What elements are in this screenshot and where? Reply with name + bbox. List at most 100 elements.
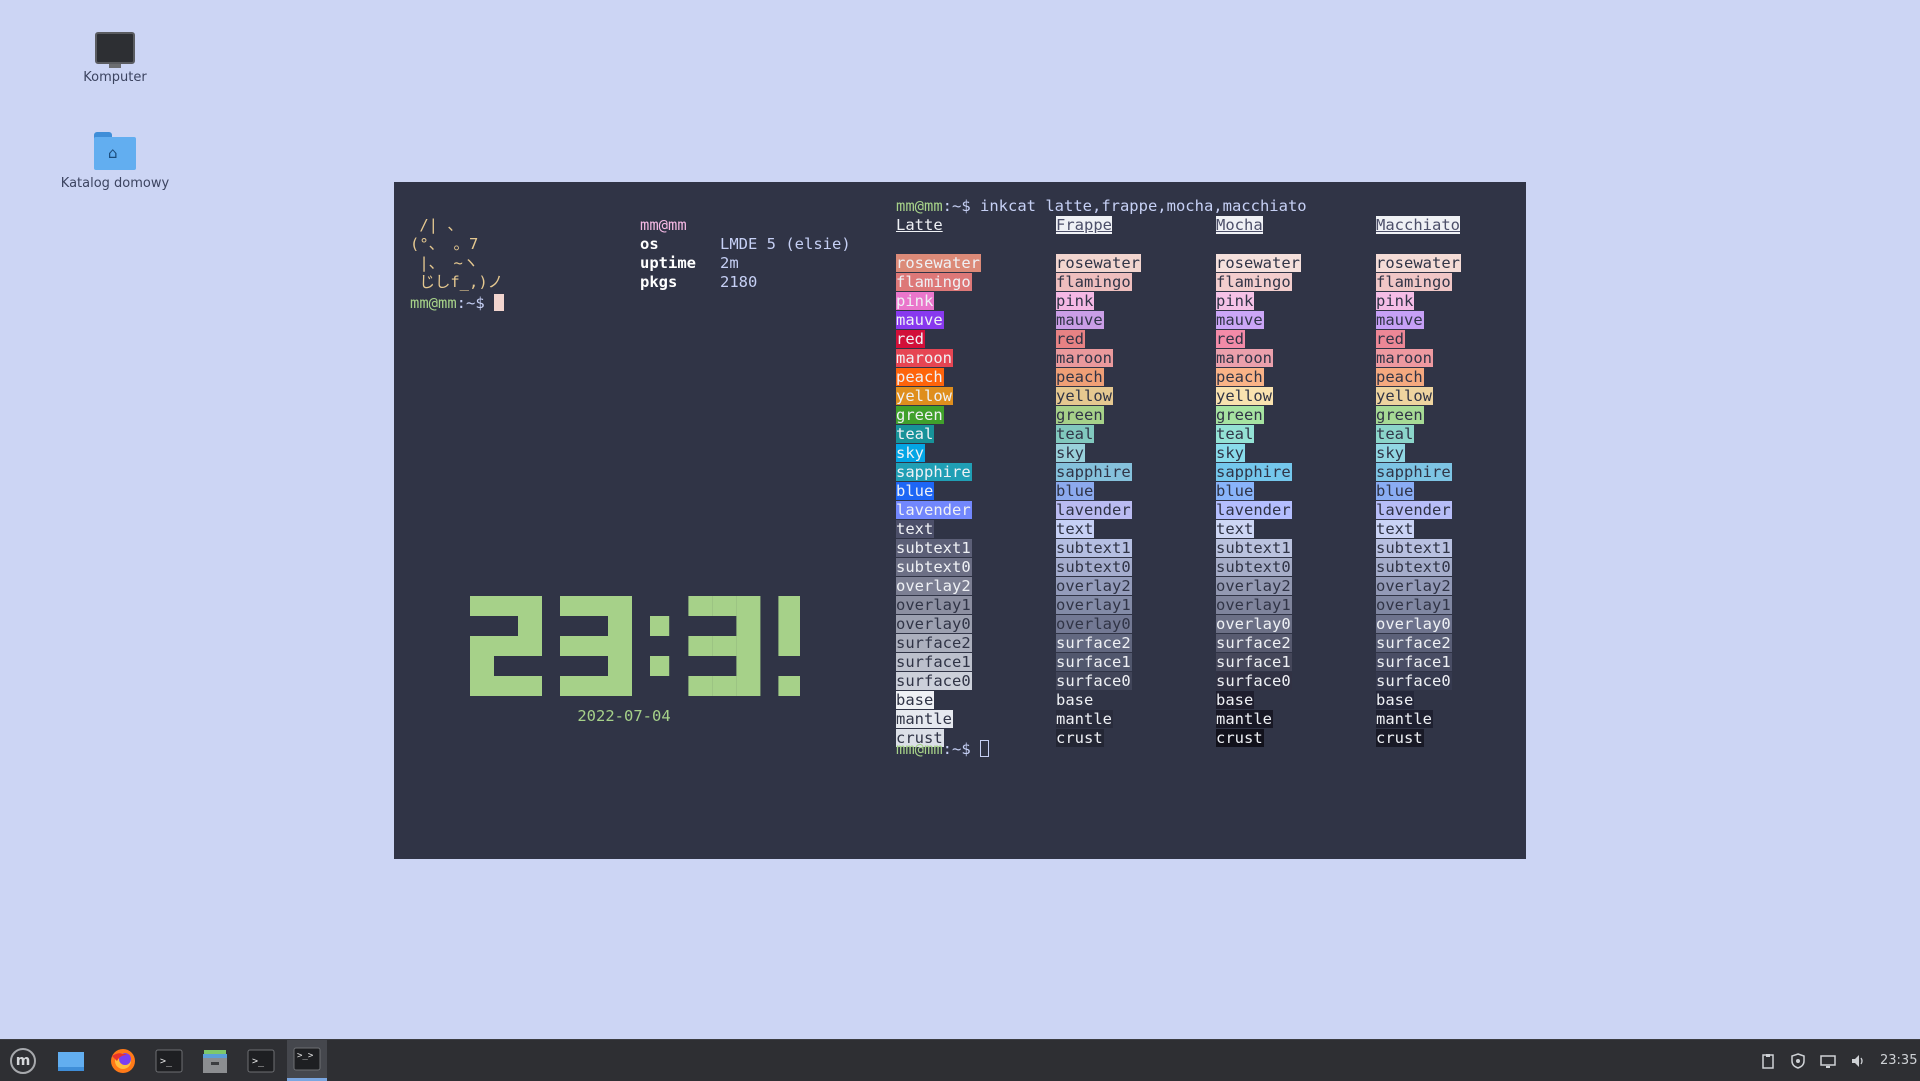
- palette-swatch-row: mantle: [896, 710, 981, 729]
- palette-column-macchiato: Macchiato rosewater flamingo pink mauve red ma…: [1376, 216, 1461, 748]
- swatch-surface1: surface1: [1376, 653, 1452, 671]
- palette-swatch-row: text: [896, 520, 981, 539]
- swatch-flamingo: flamingo: [1056, 273, 1132, 291]
- palette-swatch-row: text: [1376, 520, 1461, 539]
- desktop-icon-home-folder[interactable]: ⌂ Katalog domowy: [45, 132, 185, 191]
- swatch-teal: teal: [1216, 425, 1255, 443]
- swatch-surface0: surface0: [1376, 672, 1452, 690]
- palette-swatch-row: teal: [1056, 425, 1141, 444]
- swatch-green: green: [1216, 406, 1264, 424]
- swatch-text: text: [896, 520, 935, 538]
- swatch-sapphire: sapphire: [896, 463, 972, 481]
- clock-digit-pixel: [608, 656, 632, 676]
- palette-swatch-row: surface2: [1056, 634, 1141, 653]
- big-clock: [470, 596, 800, 696]
- clock-digit-pixel: [560, 596, 584, 616]
- palette-swatch-row: lavender: [1376, 501, 1461, 520]
- clock-digit-pixel: [712, 676, 737, 696]
- clock-digit-pixel: [470, 676, 494, 696]
- desktop-icon-computer[interactable]: Komputer: [45, 32, 185, 85]
- terminal-window-button[interactable]: >_>: [287, 1040, 327, 1081]
- swatch-surface0: surface0: [1216, 672, 1292, 690]
- swatch-flamingo: flamingo: [1216, 273, 1292, 291]
- palette-swatch-row: rosewater: [1056, 254, 1141, 273]
- swatch-peach: peach: [1376, 368, 1424, 386]
- palette-swatch-row: overlay0: [896, 615, 981, 634]
- palette-column-mocha: Mocha rosewater flamingo pink mauve red maroon…: [1216, 216, 1301, 748]
- swatch-peach: peach: [1216, 368, 1264, 386]
- palette-swatch-row: subtext0: [1376, 558, 1461, 577]
- prompt-user: mm@mm: [410, 294, 457, 312]
- swatch-text: text: [1216, 520, 1255, 538]
- palette-swatch-row: subtext0: [896, 558, 981, 577]
- clock-digit-pixel: [584, 596, 608, 616]
- palette-swatch-row: surface2: [1376, 634, 1461, 653]
- mint-menu-button[interactable]: m: [3, 1040, 43, 1081]
- terminal-icon: >_: [155, 1049, 183, 1072]
- terminal-icon: >_: [247, 1049, 275, 1072]
- palette-header: Latte: [896, 216, 943, 234]
- swatch-pink: pink: [1216, 292, 1255, 310]
- swatch-rosewater: rosewater: [1376, 254, 1461, 272]
- palette-swatch-row: overlay2: [1376, 577, 1461, 596]
- swatch-mantle: mantle: [1056, 710, 1113, 728]
- swatch-lavender: lavender: [896, 501, 972, 519]
- swatch-overlay1: overlay1: [896, 596, 972, 614]
- swatch-surface2: surface2: [896, 634, 972, 652]
- taskbar: m >_ >_ >_> 23:35: [0, 1039, 1920, 1081]
- firefox-button[interactable]: [103, 1040, 143, 1081]
- swatch-subtext1: subtext1: [1376, 539, 1452, 557]
- clock-digit-pixel: [688, 676, 713, 696]
- clock-digit-pixel: [518, 596, 542, 616]
- palette-swatch-row: maroon: [1216, 349, 1301, 368]
- swatch-crust: crust: [1056, 729, 1104, 747]
- swatch-text: text: [1056, 520, 1095, 538]
- swatch-surface0: surface0: [896, 672, 972, 690]
- terminal-window[interactable]: /| 、 (°、 。7 |、 ~ヽ じしf_,)ノ mm@mm os LMDE 5…: [394, 182, 1526, 859]
- clipboard-icon[interactable]: [1760, 1053, 1776, 1069]
- swatch-surface2: surface2: [1216, 634, 1292, 652]
- show-desktop-button[interactable]: [51, 1040, 91, 1081]
- clock-digit-pixel: [584, 636, 608, 656]
- palette-swatch-row: surface0: [1056, 672, 1141, 691]
- fetch-key: uptime: [640, 254, 696, 272]
- clock-digit-pixel: [688, 596, 713, 616]
- terminal-launcher[interactable]: >_: [149, 1040, 189, 1081]
- palette-swatch-row: subtext1: [1056, 539, 1141, 558]
- palette-swatch-row: text: [1056, 520, 1141, 539]
- swatch-overlay2: overlay2: [1056, 577, 1132, 595]
- palette-swatch-row: green: [1056, 406, 1141, 425]
- palette-swatch-row: mantle: [1376, 710, 1461, 729]
- clock-digit-pixel: [736, 636, 761, 656]
- palette-swatch-row: sky: [1216, 444, 1301, 463]
- volume-icon[interactable]: [1850, 1053, 1866, 1069]
- palette-swatch-row: mauve: [1216, 311, 1301, 330]
- svg-text:>_: >_: [252, 1056, 265, 1067]
- palette-swatch-row: surface0: [896, 672, 981, 691]
- firefox-icon: [111, 1048, 135, 1073]
- terminal-launcher-2[interactable]: >_: [241, 1040, 281, 1081]
- swatch-subtext0: subtext0: [1056, 558, 1132, 576]
- display-icon[interactable]: [1820, 1053, 1836, 1069]
- swatch-subtext0: subtext0: [1216, 558, 1292, 576]
- palette-swatch-row: yellow: [1216, 387, 1301, 406]
- clock-digit-pixel: [712, 636, 737, 656]
- text-cursor: [980, 740, 989, 757]
- swatch-teal: teal: [896, 425, 935, 443]
- swatch-subtext1: subtext1: [896, 539, 972, 557]
- clock-digit-pixel: [778, 596, 800, 616]
- swatch-lavender: lavender: [1216, 501, 1292, 519]
- swatch-mantle: mantle: [1376, 710, 1433, 728]
- clock-digit-pixel: [470, 596, 494, 616]
- shield-update-icon[interactable]: [1790, 1052, 1806, 1069]
- swatch-maroon: maroon: [1056, 349, 1113, 367]
- swatch-yellow: yellow: [1216, 387, 1273, 405]
- clock-digit-pixel: [584, 676, 608, 696]
- palette-swatch-row: overlay0: [1376, 615, 1461, 634]
- taskbar-clock[interactable]: 23:35: [1880, 1053, 1917, 1068]
- file-manager-button[interactable]: [195, 1040, 235, 1081]
- swatch-pink: pink: [896, 292, 935, 310]
- palette-swatch-row: sky: [1056, 444, 1141, 463]
- swatch-mauve: mauve: [896, 311, 944, 329]
- swatch-subtext1: subtext1: [1056, 539, 1132, 557]
